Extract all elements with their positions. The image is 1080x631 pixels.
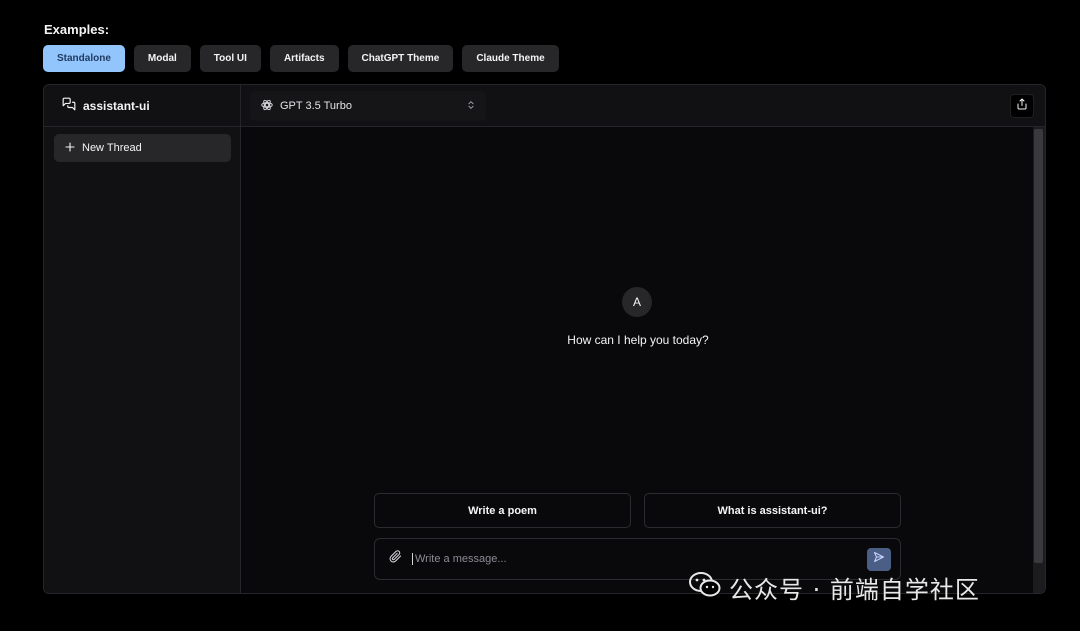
- brand[interactable]: assistant-ui: [44, 85, 240, 127]
- assistant-avatar: A: [622, 287, 652, 317]
- suggestion-write-poem[interactable]: Write a poem: [374, 493, 631, 528]
- page: Examples: Standalone Modal Tool UI Artif…: [0, 0, 1080, 631]
- tab-tool-ui[interactable]: Tool UI: [199, 45, 261, 72]
- tab-claude-theme[interactable]: Claude Theme: [462, 45, 559, 72]
- tab-artifacts[interactable]: Artifacts: [269, 45, 339, 72]
- thread-sidebar: assistant-ui New Thread: [44, 85, 241, 593]
- suggestion-what-is-assistant-ui[interactable]: What is assistant-ui?: [644, 493, 901, 528]
- chevrons-up-down-icon: [466, 100, 476, 113]
- tab-chatgpt-theme[interactable]: ChatGPT Theme: [347, 45, 454, 72]
- model-selector[interactable]: GPT 3.5 Turbo: [250, 91, 486, 121]
- examples-title: Examples:: [44, 22, 110, 37]
- watermark: 公众号 · 前端自学社区: [689, 570, 980, 605]
- send-icon: [873, 550, 885, 568]
- tab-standalone[interactable]: Standalone: [43, 45, 125, 72]
- new-thread-button[interactable]: New Thread: [54, 134, 231, 162]
- message-input[interactable]: [412, 553, 857, 565]
- plus-icon: [64, 141, 76, 156]
- paperclip-icon[interactable]: [389, 550, 402, 568]
- new-thread-label: New Thread: [82, 142, 142, 154]
- share-icon: [1016, 97, 1028, 115]
- watermark-text: 公众号 · 前端自学社区: [729, 576, 980, 604]
- share-button[interactable]: [1010, 94, 1034, 118]
- tab-modal[interactable]: Modal: [133, 45, 191, 72]
- brand-name: assistant-ui: [83, 98, 150, 113]
- model-label: GPT 3.5 Turbo: [280, 100, 352, 112]
- examples-tabs: Standalone Modal Tool UI Artifacts ChatG…: [43, 45, 559, 72]
- assistant-app-window: assistant-ui New Thread GPT 3.5 Turbo A …: [43, 84, 1046, 594]
- openai-icon: [260, 98, 274, 115]
- wechat-icon: [689, 571, 721, 605]
- welcome-message: How can I help you today?: [567, 333, 709, 347]
- send-button[interactable]: [867, 547, 891, 571]
- thread-header: GPT 3.5 Turbo: [241, 85, 1045, 127]
- chat-bubbles-icon: [62, 97, 76, 114]
- thread-main: GPT 3.5 Turbo A How can I help you today…: [241, 85, 1045, 593]
- scrollbar-thumb[interactable]: [1034, 129, 1043, 563]
